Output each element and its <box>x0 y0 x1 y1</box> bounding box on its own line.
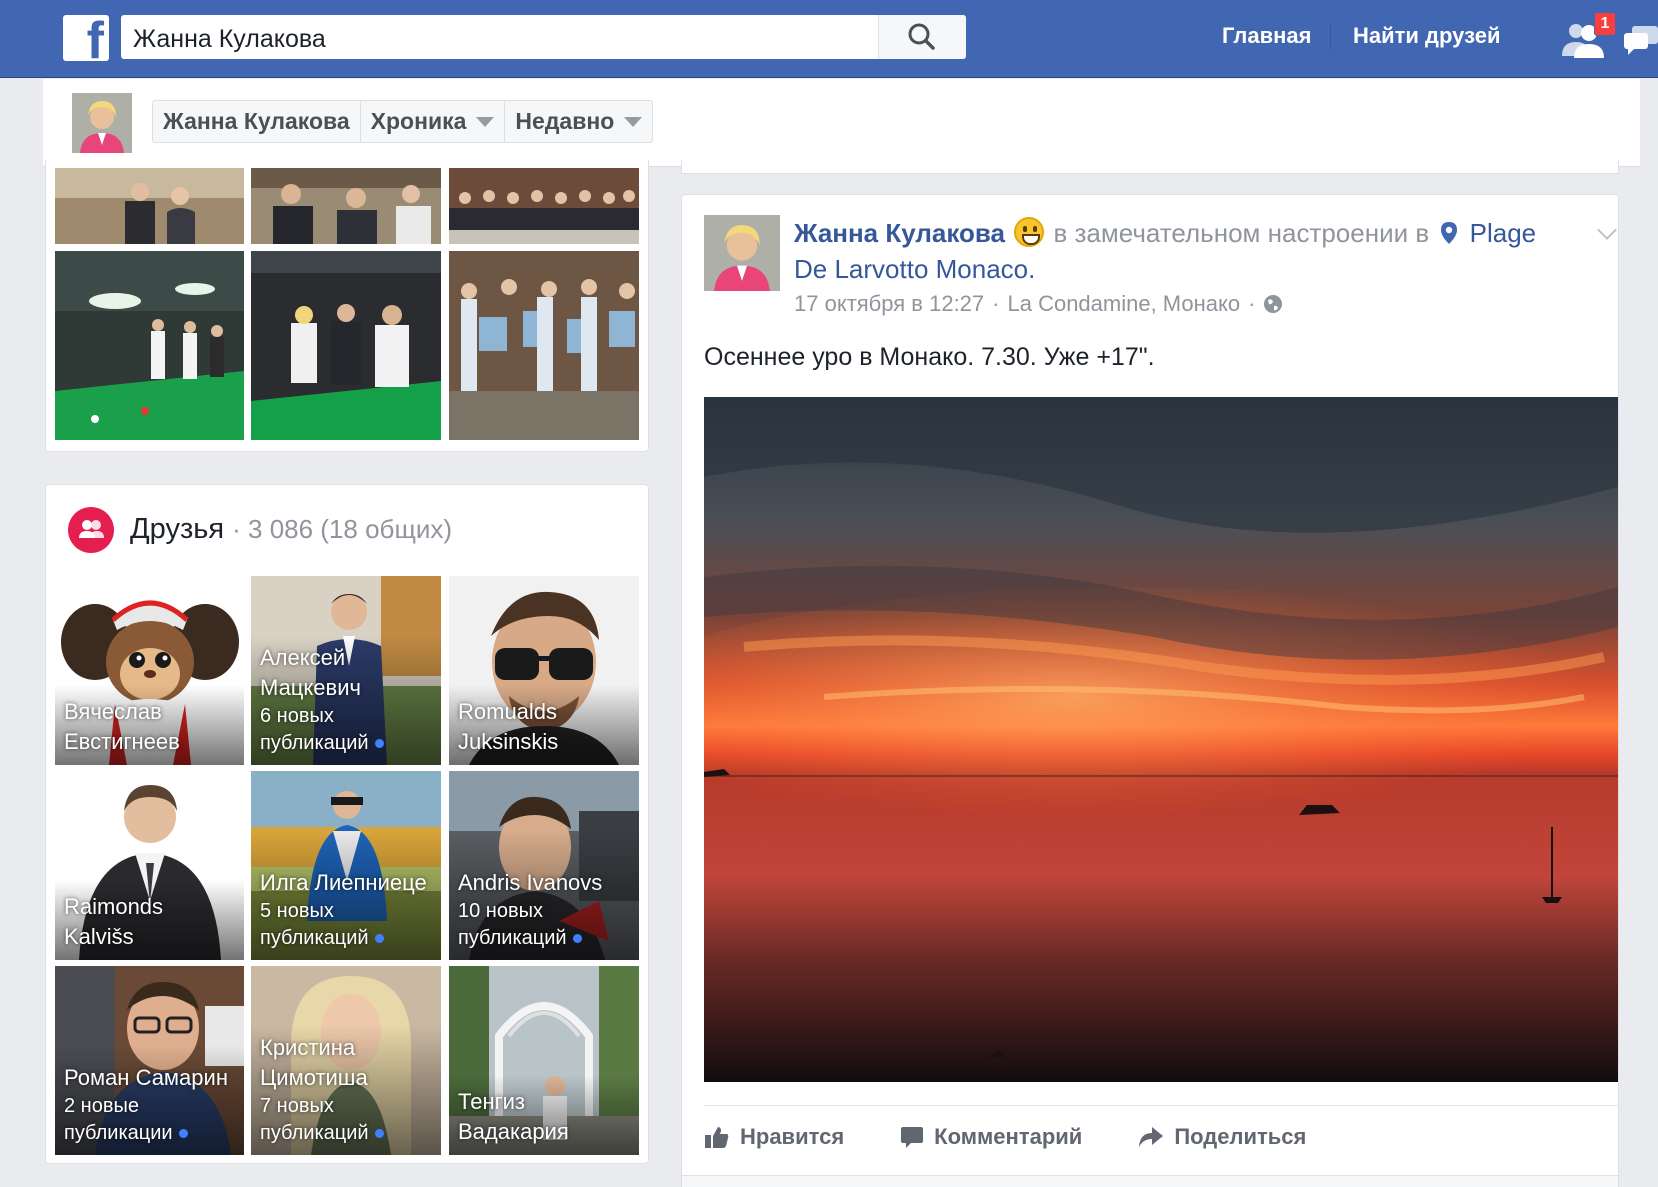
post-feeling: в замечательном настроении в <box>1053 218 1430 248</box>
friend-tile[interactable]: Andris Ivanovs 10 новых публикаций <box>449 771 639 960</box>
post-meta: 17 октября в 12:27 · La Condamine, Монак… <box>794 291 1283 317</box>
chevron-down-icon <box>624 116 643 127</box>
friend-tile[interactable]: Илга Лиепниеце 5 новых публикаций <box>251 771 441 960</box>
friend-tile[interactable]: Вячеслав Евстигнеев <box>55 576 244 765</box>
post-header: Жанна Кулакова в замечательном настроени… <box>794 215 1574 287</box>
comment-label: Комментарий <box>934 1123 1083 1149</box>
profile-sticky-header: Жанна Кулакова Хроника Недавно <box>43 79 1640 167</box>
photos-card <box>45 160 649 452</box>
profile-name-label: Жанна Кулакова <box>163 108 350 134</box>
search-icon <box>908 23 935 50</box>
facebook-logo-icon[interactable]: f <box>63 15 109 61</box>
post-card: Жанна Кулакова в замечательном настроени… <box>681 194 1619 1187</box>
unread-dot-icon <box>374 1129 384 1139</box>
post-location[interactable]: La Condamine, Монако <box>1007 291 1240 317</box>
friend-name: Romualds Juksinskis <box>458 699 559 754</box>
nav-home-link[interactable]: Главная <box>1222 23 1311 49</box>
unread-dot-icon <box>178 1129 188 1139</box>
friends-heading[interactable]: Друзья · 3 086 (18 общих) <box>130 513 452 546</box>
top-navigation-bar: f Жанна Кулакова Главная Найти друзей 1 <box>0 0 1658 78</box>
unread-dot-icon <box>572 934 582 944</box>
post-author-avatar[interactable] <box>704 215 780 291</box>
meta-separator: · <box>992 291 1000 316</box>
new-posts-label: 7 новых публикаций <box>260 1093 435 1147</box>
friend-tile[interactable]: Алексей Мацкевич 6 новых публикаций <box>251 576 441 765</box>
friend-name: Кристина Цимотиша 7 новых публикаций <box>260 1033 435 1147</box>
chevron-down-icon <box>476 116 495 127</box>
new-posts-label: 5 новых публикаций <box>260 898 435 952</box>
photo-thumbnail[interactable] <box>251 168 441 244</box>
profile-avatar[interactable] <box>72 93 132 153</box>
previous-post-edge <box>681 160 1619 174</box>
friend-tile[interactable]: Тенгиз Вадакария <box>449 966 639 1155</box>
timeline-label: Хроника <box>370 108 467 134</box>
photo-thumbnail[interactable] <box>449 251 639 440</box>
smiley-emoji-icon <box>1014 217 1045 247</box>
friend-name: Raimonds Kalvišs <box>64 894 164 949</box>
friend-name: Тенгиз Вадакария <box>458 1089 569 1144</box>
new-posts-label: 2 новые публикации <box>64 1093 238 1147</box>
friend-name: Вячеслав Евстигнеев <box>64 699 180 754</box>
recent-label: Недавно <box>515 108 615 134</box>
friend-tile[interactable]: Роман Самарин 2 новые публикации <box>55 966 244 1155</box>
post-reactions-footer <box>682 1175 1618 1187</box>
search-input[interactable]: Жанна Кулакова <box>133 25 326 54</box>
post-actions-bar: Нравится Комментарий Поделиться <box>704 1105 1618 1167</box>
recent-dropdown[interactable]: Недавно <box>504 101 652 142</box>
photo-thumbnail[interactable] <box>55 168 244 244</box>
friends-title[interactable]: Друзья <box>130 513 224 545</box>
friend-name: Илга Лиепниеце 5 новых публикаций <box>260 868 435 952</box>
nav-find-friends-link[interactable]: Найти друзей <box>1353 23 1501 49</box>
search-button[interactable] <box>878 15 966 59</box>
unread-dot-icon <box>374 739 384 749</box>
location-pin-icon <box>1441 222 1458 244</box>
photo-thumbnail[interactable] <box>449 168 639 244</box>
post-text: Осеннее уро в Монако. 7.30. Уже +17". <box>704 343 1155 371</box>
profile-name-tab[interactable]: Жанна Кулакова <box>153 101 360 142</box>
meta-separator: · <box>1248 291 1256 316</box>
photo-thumbnail[interactable] <box>55 251 244 440</box>
post-author-name[interactable]: Жанна Кулакова <box>794 218 1005 248</box>
timeline-dropdown[interactable]: Хроника <box>359 101 505 142</box>
new-posts-label: 10 новых публикаций <box>458 898 633 952</box>
friend-tile[interactable]: Romualds Juksinskis <box>449 576 639 765</box>
search-box[interactable]: Жанна Кулакова <box>121 15 966 59</box>
friend-name: Andris Ivanovs 10 новых публикаций <box>458 868 633 952</box>
post-date[interactable]: 17 октября в 12:27 <box>794 291 984 317</box>
thumbs-up-icon <box>705 1126 729 1148</box>
post-photo[interactable] <box>704 397 1618 1082</box>
public-globe-icon[interactable] <box>1263 294 1283 314</box>
friend-requests-badge: 1 <box>1594 12 1616 36</box>
like-button[interactable]: Нравится <box>704 1124 844 1150</box>
comment-button[interactable]: Комментарий <box>900 1124 1082 1150</box>
friends-count: · 3 086 (18 общих) <box>232 514 453 544</box>
post-options-chevron-icon[interactable] <box>1597 220 1617 240</box>
unread-dot-icon <box>374 934 384 944</box>
friend-name: Роман Самарин 2 новые публикации <box>64 1063 238 1147</box>
friend-tile[interactable]: Кристина Цимотиша 7 новых публикаций <box>251 966 441 1155</box>
messages-icon[interactable] <box>1622 24 1658 56</box>
comment-icon <box>901 1126 924 1148</box>
nav-divider <box>1330 24 1331 50</box>
photo-thumbnail[interactable] <box>251 251 441 440</box>
friend-name: Алексей Мацкевич 6 новых публикаций <box>260 643 435 757</box>
share-label: Поделиться <box>1174 1123 1307 1149</box>
friends-icon <box>68 507 114 553</box>
share-button[interactable]: Поделиться <box>1138 1124 1306 1150</box>
profile-tabs: Жанна Кулакова Хроника Недавно <box>152 100 654 143</box>
like-label: Нравится <box>740 1123 845 1149</box>
friends-card: Друзья · 3 086 (18 общих) Вячеслав Евсти… <box>45 484 649 1164</box>
new-posts-label: 6 новых публикаций <box>260 703 435 757</box>
sunset-sea-photo <box>704 397 1618 1082</box>
share-arrow-icon <box>1139 1126 1164 1147</box>
friend-tile[interactable]: Raimonds Kalvišs <box>55 771 244 960</box>
